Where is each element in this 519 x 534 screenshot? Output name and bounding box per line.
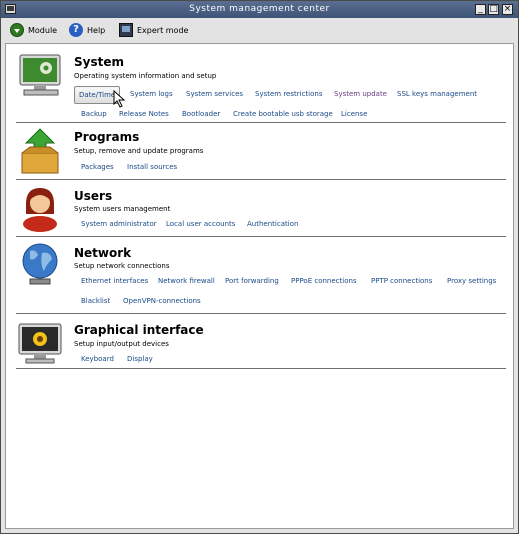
link-blacklist[interactable]: Blacklist <box>81 297 110 305</box>
minimize-button[interactable]: _ <box>475 4 486 15</box>
globe-icon <box>22 243 58 285</box>
expert-mode-label: Expert mode <box>137 25 189 35</box>
section-title: System <box>74 55 124 69</box>
link-backup[interactable]: Backup <box>81 110 107 118</box>
content-panel: System Operating system information and … <box>5 43 514 529</box>
box-arrow-icon <box>21 128 59 174</box>
divider <box>16 313 506 314</box>
section-title: Network <box>74 246 132 260</box>
maximize-button[interactable]: □ <box>488 4 499 15</box>
main-window: System management center _ □ × Module ? … <box>0 0 519 534</box>
link-proxy-settings[interactable]: Proxy settings <box>447 277 496 285</box>
link-openvpn-connections[interactable]: OpenVPN-connections <box>123 297 201 305</box>
module-button[interactable]: Module <box>10 21 57 39</box>
divider <box>16 236 506 237</box>
module-label: Module <box>28 25 58 35</box>
expert-mode-icon <box>119 23 133 37</box>
section-description: Setup network connections <box>74 262 170 270</box>
toolbar: Module ? Help Expert mode <box>1 19 518 41</box>
link-system-restrictions[interactable]: System restrictions <box>255 90 322 98</box>
divider <box>16 122 506 123</box>
close-button[interactable]: × <box>502 4 513 15</box>
user-icon <box>23 188 57 232</box>
link-pptp-connections[interactable]: PPTP connections <box>371 277 432 285</box>
module-icon <box>10 23 24 37</box>
section-description: Setup input/output devices <box>74 340 169 348</box>
link-local-user-accounts[interactable]: Local user accounts <box>166 220 235 228</box>
window-title: System management center <box>189 4 330 14</box>
section-description: System users management <box>74 205 171 213</box>
link-keyboard[interactable]: Keyboard <box>81 355 114 363</box>
link-packages[interactable]: Packages <box>81 163 114 171</box>
divider <box>16 368 506 369</box>
divider <box>16 179 506 180</box>
section-title: Users <box>74 189 113 203</box>
link-pppoe-connections[interactable]: PPPoE connections <box>291 277 357 285</box>
help-icon: ? <box>69 23 83 37</box>
link-network-firewall[interactable]: Network firewall <box>158 277 215 285</box>
expert-mode-button[interactable]: Expert mode <box>119 21 188 39</box>
link-install-sources[interactable]: Install sources <box>127 163 177 171</box>
section-title: Graphical interface <box>74 323 204 337</box>
help-button[interactable]: ? Help <box>69 21 105 39</box>
mouse-cursor-icon <box>113 90 126 108</box>
help-label: Help <box>87 25 106 35</box>
monitor-flower-icon <box>18 323 62 364</box>
link-license[interactable]: License <box>341 110 367 118</box>
section-description: Operating system information and setup <box>74 72 217 80</box>
link-authentication[interactable]: Authentication <box>247 220 298 228</box>
link-system-update[interactable]: System update <box>334 90 387 98</box>
section-description: Setup, remove and update programs <box>74 147 204 155</box>
link-display[interactable]: Display <box>127 355 153 363</box>
link-bootloader[interactable]: Bootloader <box>182 110 220 118</box>
link-port-forwarding[interactable]: Port forwarding <box>225 277 279 285</box>
link-release-notes[interactable]: Release Notes <box>119 110 169 118</box>
section-title: Programs <box>74 130 140 144</box>
titlebar[interactable]: System management center _ □ × <box>1 1 518 18</box>
link-ethernet-interfaces[interactable]: Ethernet interfaces <box>81 277 148 285</box>
monitor-gear-icon <box>19 54 61 96</box>
link-ssl-keys[interactable]: SSL keys management <box>397 90 477 98</box>
link-create-usb[interactable]: Create bootable usb storage <box>233 110 333 118</box>
link-system-logs[interactable]: System logs <box>130 90 173 98</box>
link-system-administrator[interactable]: System administrator <box>81 220 157 228</box>
link-system-services[interactable]: System services <box>186 90 243 98</box>
